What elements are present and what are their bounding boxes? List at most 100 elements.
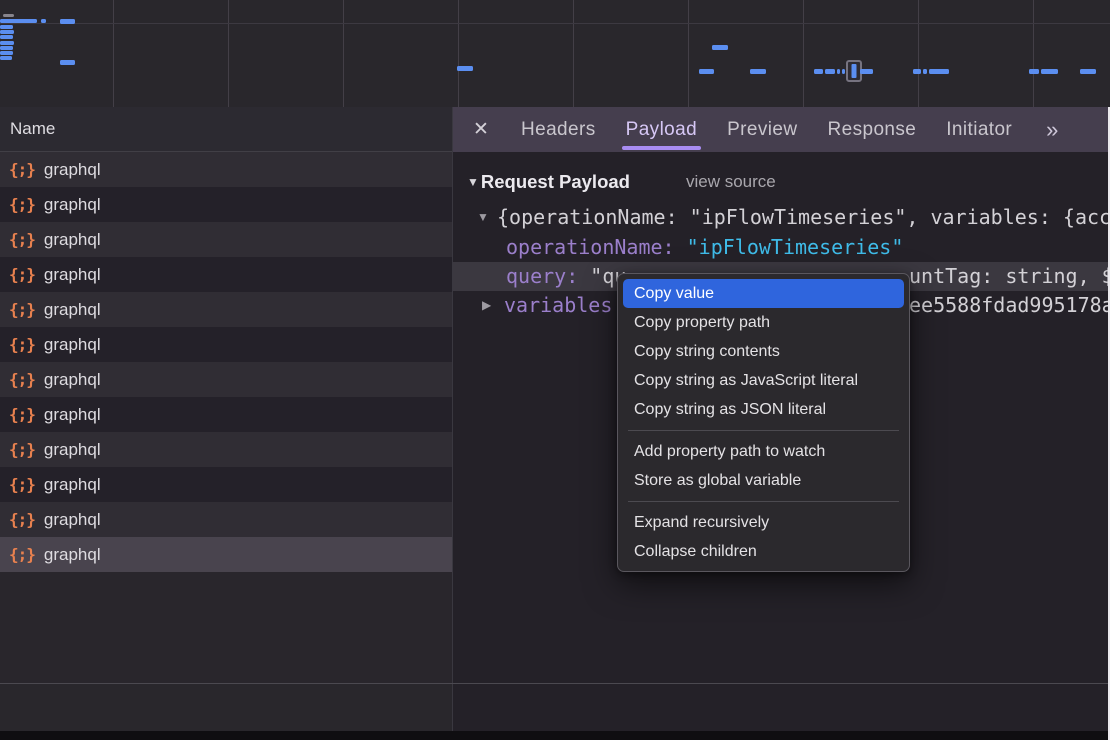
timeline-request-bar [0, 41, 14, 45]
name-column-header[interactable]: Name [0, 107, 452, 152]
request-name: graphql [44, 510, 101, 530]
tab-payload[interactable]: Payload [626, 107, 697, 152]
request-row[interactable]: {;}graphql [0, 152, 452, 187]
timeline-request-bar [0, 25, 13, 29]
timeline-request-bar [750, 69, 766, 74]
property-value: "ipFlowTimeseries" [687, 235, 904, 259]
request-list-panel: Name {;} graphql {;} graphql {;} graphql {;} gr… [0, 107, 452, 683]
devtools-network-panel: Name {;} graphql {;} graphql {;} graphql {;} gr… [0, 0, 1110, 740]
footer-right-area [453, 684, 1110, 731]
more-tabs-icon[interactable]: » [1046, 117, 1056, 143]
view-source-link[interactable]: view source [686, 172, 776, 192]
timeline-request-bar [0, 19, 37, 23]
timeline-request-bar [0, 51, 13, 55]
tab-preview[interactable]: Preview [727, 107, 797, 152]
payload-preview-text: {operationName: "ipFlowTimeseries", vari… [497, 203, 1110, 232]
request-name: graphql [44, 440, 101, 460]
menu-item-copy-string-as-javascript-literal[interactable]: Copy string as JavaScript literal [623, 366, 904, 395]
request-name: graphql [44, 545, 101, 565]
json-request-icon: {;} [9, 440, 35, 459]
menu-item-store-as-global-variable[interactable]: Store as global variable [623, 466, 904, 495]
request-row[interactable]: {;} graphql [0, 187, 452, 222]
menu-item-add-property-path-to-watch[interactable]: Add property path to watch [623, 437, 904, 466]
property-key: query: [506, 264, 578, 288]
request-row[interactable]: {;} graphql [0, 222, 452, 257]
property-value-end: ee5588fdad995178a0 [909, 291, 1110, 320]
property-key: operationName: [506, 235, 675, 259]
timeline-request-bar [814, 69, 823, 74]
section-title: Request Payload [481, 171, 630, 193]
request-row[interactable]: {;} graphql [0, 502, 452, 537]
network-overview-timeline[interactable] [0, 0, 1110, 108]
request-payload-section-header: ▼ Request Payload view source [467, 166, 776, 197]
timeline-request-bar [1041, 69, 1058, 74]
json-request-icon: {;} [9, 370, 35, 389]
json-request-icon: {;} [9, 160, 35, 179]
tab-initiator[interactable]: Initiator [946, 107, 1012, 152]
timeline-request-bar [3, 14, 14, 17]
timeline-request-bar [929, 69, 949, 74]
triangle-down-icon[interactable]: ▼ [477, 203, 489, 232]
request-name: graphql [44, 195, 101, 215]
timeline-request-bar [457, 66, 473, 71]
json-request-icon: {;} [9, 510, 35, 529]
json-request-icon: {;} [9, 265, 35, 284]
menu-item-copy-string-contents[interactable]: Copy string contents [623, 337, 904, 366]
property-key: variables [504, 293, 612, 317]
pane-divider[interactable] [452, 107, 453, 731]
json-request-icon: {;} [9, 230, 35, 249]
request-row[interactable]: {;} graphql [0, 467, 452, 502]
json-request-icon: {;} [9, 335, 35, 354]
operation-name-row[interactable]: operationName: "ipFlowTimeseries" [453, 233, 1110, 262]
timeline-request-bar [1029, 69, 1039, 74]
menu-divider [628, 430, 899, 431]
timeline-request-bar [60, 60, 75, 65]
request-row[interactable]: {;}graphql [0, 257, 452, 292]
timeline-request-bar [825, 69, 835, 74]
tab-response[interactable]: Response [827, 107, 916, 152]
triangle-down-icon[interactable]: ▼ [467, 175, 479, 189]
timeline-request-bar [0, 56, 12, 60]
timeline-request-bar [0, 30, 14, 34]
request-name: graphql [44, 405, 101, 425]
menu-item-copy-property-path[interactable]: Copy property path [623, 308, 904, 337]
menu-item-copy-string-as-json-literal[interactable]: Copy string as JSON literal [623, 395, 904, 424]
timeline-request-bar [0, 35, 13, 39]
timeline-request-bar [1080, 69, 1096, 74]
request-name: graphql [44, 230, 101, 250]
json-request-icon: {;} [9, 545, 35, 564]
timeline-request-bar [837, 69, 840, 74]
request-name: graphql [44, 300, 101, 320]
request-row[interactable]: {;} graphql [0, 327, 452, 362]
name-column-label: Name [10, 119, 55, 139]
json-request-icon: {;} [9, 300, 35, 319]
json-request-icon: {;} [9, 195, 35, 214]
request-row[interactable]: {;} graphql [0, 432, 452, 467]
request-name: graphql [44, 475, 101, 495]
request-name: graphql [44, 370, 101, 390]
close-icon[interactable]: ✕ [471, 118, 491, 141]
timeline-request-bar [0, 46, 13, 50]
menu-item-expand-recursively[interactable]: Expand recursively [623, 508, 904, 537]
payload-root-row[interactable]: ▼ {operationName: "ipFlowTimeseries", va… [453, 203, 1110, 232]
timeline-request-bar [913, 69, 921, 74]
json-request-icon: {;} [9, 405, 35, 424]
request-row[interactable]: {;} graphql [0, 537, 452, 572]
timeline-request-bar [860, 69, 873, 74]
request-row[interactable]: {;} graphql [0, 362, 452, 397]
details-tab-bar: ✕ Headers Payload Preview Response Initiator… [453, 107, 1110, 152]
menu-divider [628, 501, 899, 502]
bottom-bar [0, 731, 1110, 740]
request-row[interactable]: {;} graphql [0, 292, 452, 327]
timeline-request-bar [842, 69, 845, 74]
tab-headers[interactable]: Headers [521, 107, 596, 152]
triangle-right-icon[interactable]: ▶ [482, 291, 491, 320]
menu-item-collapse-children[interactable]: Collapse children [623, 537, 904, 566]
context-menu: Copy valueCopy property pathCopy string … [617, 273, 910, 572]
timeline-request-bar [923, 69, 927, 74]
json-request-icon: {;} [9, 475, 35, 494]
request-row[interactable]: {;} graphql [0, 397, 452, 432]
timeline-request-bar [60, 19, 75, 24]
menu-item-copy-value[interactable]: Copy value [623, 279, 904, 308]
request-name: graphql [44, 335, 101, 355]
